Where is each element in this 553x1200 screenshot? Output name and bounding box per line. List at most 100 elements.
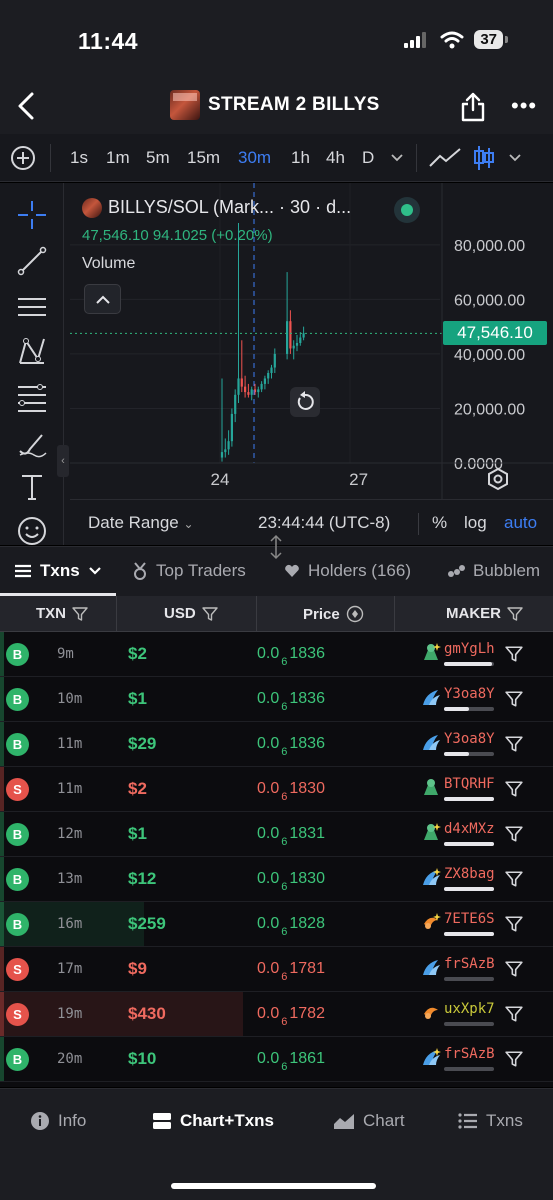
price-digits: 1781 bbox=[289, 960, 325, 977]
table-row[interactable]: S 17m $9 0.061781 frSAzB bbox=[0, 947, 553, 992]
candle bbox=[220, 452, 224, 458]
dolphin-sparkle-icon bbox=[423, 1048, 441, 1065]
table-row[interactable]: B 11m $29 0.061836 Y3oa8Y bbox=[0, 722, 553, 767]
table-row[interactable]: B 13m $12 0.061830 ZX8bag bbox=[0, 857, 553, 902]
filter-icon[interactable] bbox=[505, 960, 523, 978]
header-maker[interactable]: MAKER bbox=[446, 605, 523, 622]
filter-icon[interactable] bbox=[505, 645, 523, 663]
horizontal-lines-icon[interactable] bbox=[14, 289, 50, 325]
auto-toggle[interactable]: auto bbox=[504, 513, 537, 533]
interval-1s[interactable]: 1s bbox=[70, 148, 88, 168]
txn-type-badge: B bbox=[6, 688, 29, 711]
add-indicator-icon[interactable] bbox=[11, 146, 35, 170]
crosshair-icon[interactable] bbox=[14, 197, 50, 233]
filter-icon[interactable] bbox=[505, 870, 523, 888]
interval-15m[interactable]: 15m bbox=[187, 148, 220, 168]
header-txn[interactable]: TXN bbox=[36, 605, 88, 622]
ohlc-values: 47,546.10 94.1025 (+0.20%) bbox=[82, 227, 273, 244]
maker-address[interactable]: frSAzB bbox=[444, 956, 495, 972]
filter-icon[interactable] bbox=[505, 915, 523, 933]
txn-type-badge: B bbox=[6, 823, 29, 846]
emoji-icon[interactable] bbox=[14, 513, 50, 549]
side-accent bbox=[0, 632, 4, 676]
sidebar-collapse-handle[interactable]: ‹ bbox=[57, 445, 69, 477]
share-icon[interactable] bbox=[460, 92, 486, 122]
interval-1h[interactable]: 1h bbox=[291, 148, 310, 168]
side-accent bbox=[0, 677, 4, 721]
table-row[interactable]: B 10m $1 0.061836 Y3oa8Y bbox=[0, 677, 553, 722]
timezone-label[interactable]: 23:44:44 (UTC-8) bbox=[258, 513, 390, 533]
candle bbox=[295, 343, 299, 346]
status-bar: 11:44 37 bbox=[0, 0, 553, 80]
brush-icon[interactable] bbox=[14, 425, 50, 461]
back-arrow-icon[interactable] bbox=[12, 88, 42, 124]
maker-address[interactable]: ZX8bag bbox=[444, 866, 495, 882]
nav-chart-txns[interactable]: Chart+Txns bbox=[152, 1111, 274, 1131]
interval-d[interactable]: D bbox=[362, 148, 374, 168]
filter-icon[interactable] bbox=[505, 780, 523, 798]
candlestick-type-icon[interactable] bbox=[472, 144, 496, 172]
trend-line-icon[interactable] bbox=[14, 243, 50, 279]
interval-5m[interactable]: 5m bbox=[146, 148, 170, 168]
home-indicator bbox=[171, 1183, 376, 1189]
reset-chart-button[interactable] bbox=[290, 387, 320, 417]
line-chart-type-icon[interactable] bbox=[428, 146, 462, 170]
maker-address[interactable]: BTQRHF bbox=[444, 776, 495, 792]
fib-retracement-icon[interactable] bbox=[14, 379, 50, 415]
tab-holders[interactable]: Holders (166) bbox=[284, 561, 411, 581]
more-options-icon[interactable]: ••• bbox=[511, 95, 537, 117]
interval-1m[interactable]: 1m bbox=[106, 148, 130, 168]
tab-txns[interactable]: Txns bbox=[14, 561, 102, 581]
table-row[interactable]: B 12m $1 0.061831 d4xMXz bbox=[0, 812, 553, 857]
text-tool-icon[interactable] bbox=[14, 469, 50, 505]
filter-icon[interactable] bbox=[505, 735, 523, 753]
filter-icon[interactable] bbox=[505, 825, 523, 843]
filter-icon bbox=[201, 606, 218, 621]
filter-icon[interactable] bbox=[505, 1005, 523, 1023]
nav-chart[interactable]: Chart bbox=[333, 1111, 405, 1131]
header-usd[interactable]: USD bbox=[164, 605, 218, 622]
price-prefix: 0.0 bbox=[257, 1005, 280, 1022]
maker-address[interactable]: Y3oa8Y bbox=[444, 731, 495, 747]
maker-address[interactable]: Y3oa8Y bbox=[444, 686, 495, 702]
pattern-tool-icon[interactable] bbox=[14, 333, 50, 369]
chevron-down-icon bbox=[88, 567, 101, 575]
table-row[interactable]: S 19m $430 0.061782 uxXpk7 bbox=[0, 992, 553, 1037]
txn-usd: $1 bbox=[128, 824, 147, 843]
chevron-down-icon[interactable] bbox=[508, 152, 522, 164]
chart-legend-symbol[interactable]: BILLYS/SOL (Mark... · 30 · d... bbox=[82, 197, 351, 218]
chart-icon bbox=[334, 1114, 354, 1129]
txn-usd: $29 bbox=[128, 734, 157, 753]
candle bbox=[302, 333, 305, 338]
resize-handle-icon[interactable] bbox=[266, 534, 286, 560]
price-prefix: 0.0 bbox=[257, 645, 280, 662]
maker-address[interactable]: frSAzB bbox=[444, 1046, 495, 1062]
chart-settings-icon[interactable] bbox=[486, 467, 510, 491]
interval-4h[interactable]: 4h bbox=[326, 148, 345, 168]
maker-address[interactable]: 7ETE6S bbox=[444, 911, 495, 927]
maker-address[interactable]: uxXpk7 bbox=[444, 1001, 495, 1017]
filter-icon[interactable] bbox=[505, 1050, 523, 1068]
table-row[interactable]: B 16m $259 0.061828 7ETE6S bbox=[0, 902, 553, 947]
date-range-select[interactable]: Date Range ⌄ bbox=[88, 513, 194, 533]
nav-info[interactable]: Info bbox=[30, 1111, 86, 1131]
table-row[interactable]: B 20m $10 0.061861 frSAzB bbox=[0, 1037, 553, 1082]
header-price[interactable]: Price bbox=[303, 605, 364, 623]
nav-label: Chart+Txns bbox=[180, 1111, 274, 1130]
maker-address[interactable]: d4xMXz bbox=[444, 821, 495, 837]
percent-toggle[interactable]: % bbox=[432, 513, 447, 533]
price-zero-count: 6 bbox=[281, 701, 288, 714]
chevron-down-icon[interactable] bbox=[390, 152, 404, 164]
nav-txns[interactable]: Txns bbox=[458, 1111, 523, 1131]
table-row[interactable]: S 11m $2 0.061830 BTQRHF bbox=[0, 767, 553, 812]
tab-top-traders[interactable]: Top Traders bbox=[132, 561, 246, 581]
maker-address[interactable]: gmYgLh bbox=[444, 641, 495, 657]
log-toggle[interactable]: log bbox=[464, 513, 487, 533]
txn-price: 0.061830 bbox=[257, 870, 325, 893]
collapse-legend-button[interactable] bbox=[84, 284, 121, 314]
filter-icon[interactable] bbox=[505, 690, 523, 708]
x-tick-label: 24 bbox=[211, 470, 230, 489]
tab-bubblemaps[interactable]: Bubblem bbox=[447, 561, 540, 581]
interval-30m[interactable]: 30m bbox=[238, 148, 271, 168]
table-row[interactable]: B 9m $2 0.061836 gmYgLh bbox=[0, 632, 553, 677]
